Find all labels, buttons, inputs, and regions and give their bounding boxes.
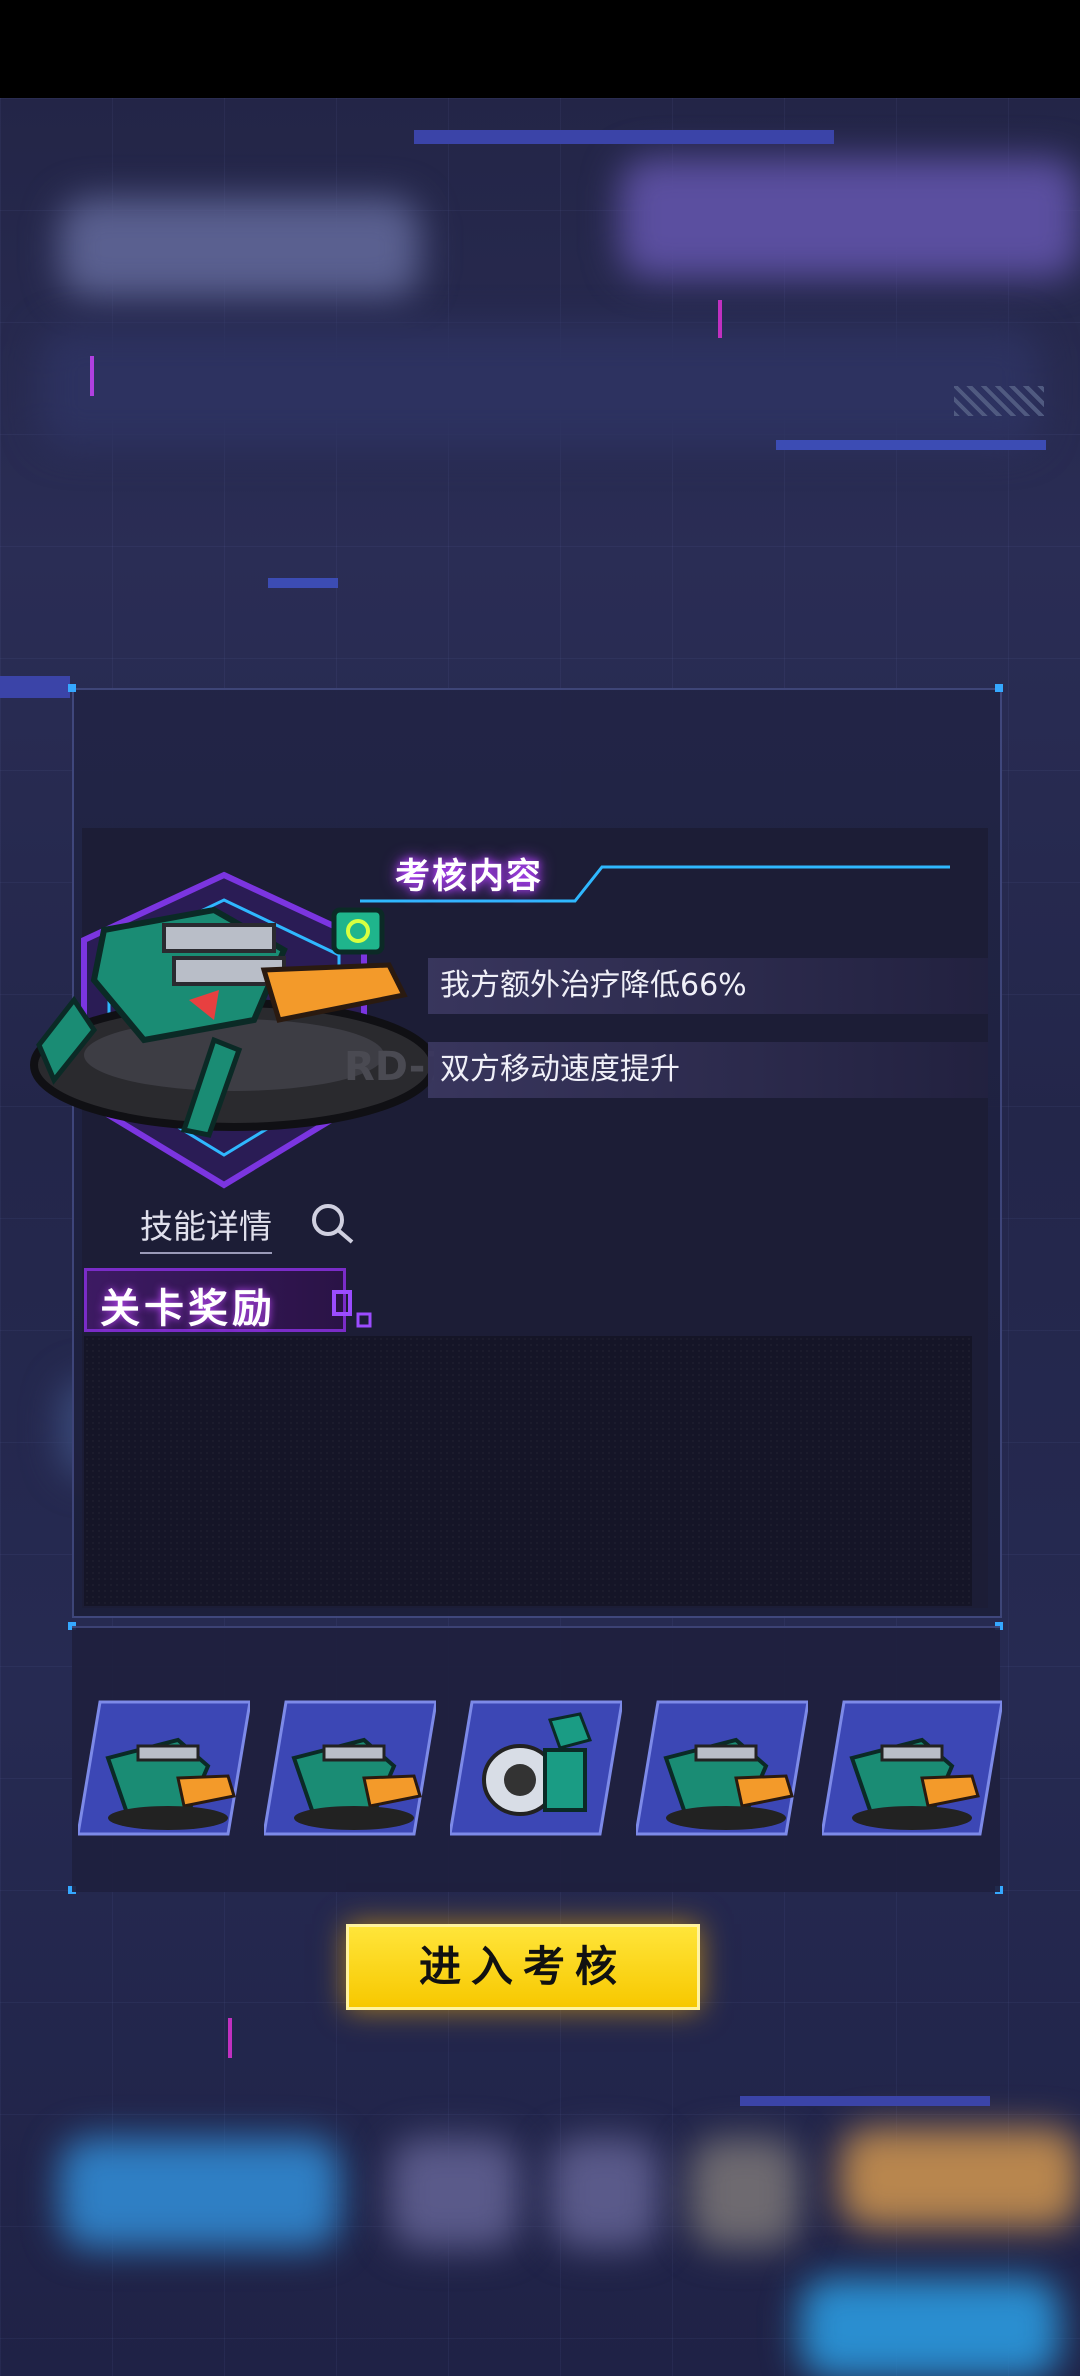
reward-item-mech-icon[interactable] bbox=[78, 1700, 250, 1836]
mech-portrait-icon: RD-7 bbox=[30, 871, 434, 1189]
reward-item-mech-icon[interactable] bbox=[822, 1700, 1002, 1836]
condition-item: 我方额外治疗降低66% bbox=[428, 958, 988, 1014]
badge-deco-icon bbox=[332, 1290, 372, 1328]
condition-item: 双方移动速度提升 bbox=[428, 1042, 988, 1098]
magnifier-icon[interactable] bbox=[308, 1202, 356, 1246]
reward-title: 关卡奖励 bbox=[100, 1286, 276, 1332]
enter-assessment-button[interactable]: 进入考核 bbox=[346, 1924, 700, 2010]
skill-details-link[interactable]: 技能详情 bbox=[140, 1200, 272, 1254]
status-bar bbox=[0, 0, 1080, 98]
reward-item-cannon-icon[interactable] bbox=[450, 1700, 622, 1836]
reward-item-mech-icon[interactable] bbox=[636, 1700, 808, 1836]
svg-text:RD-7: RD-7 bbox=[344, 1044, 434, 1090]
reward-item-mech-icon[interactable] bbox=[264, 1700, 436, 1836]
reward-area bbox=[84, 1336, 972, 1606]
